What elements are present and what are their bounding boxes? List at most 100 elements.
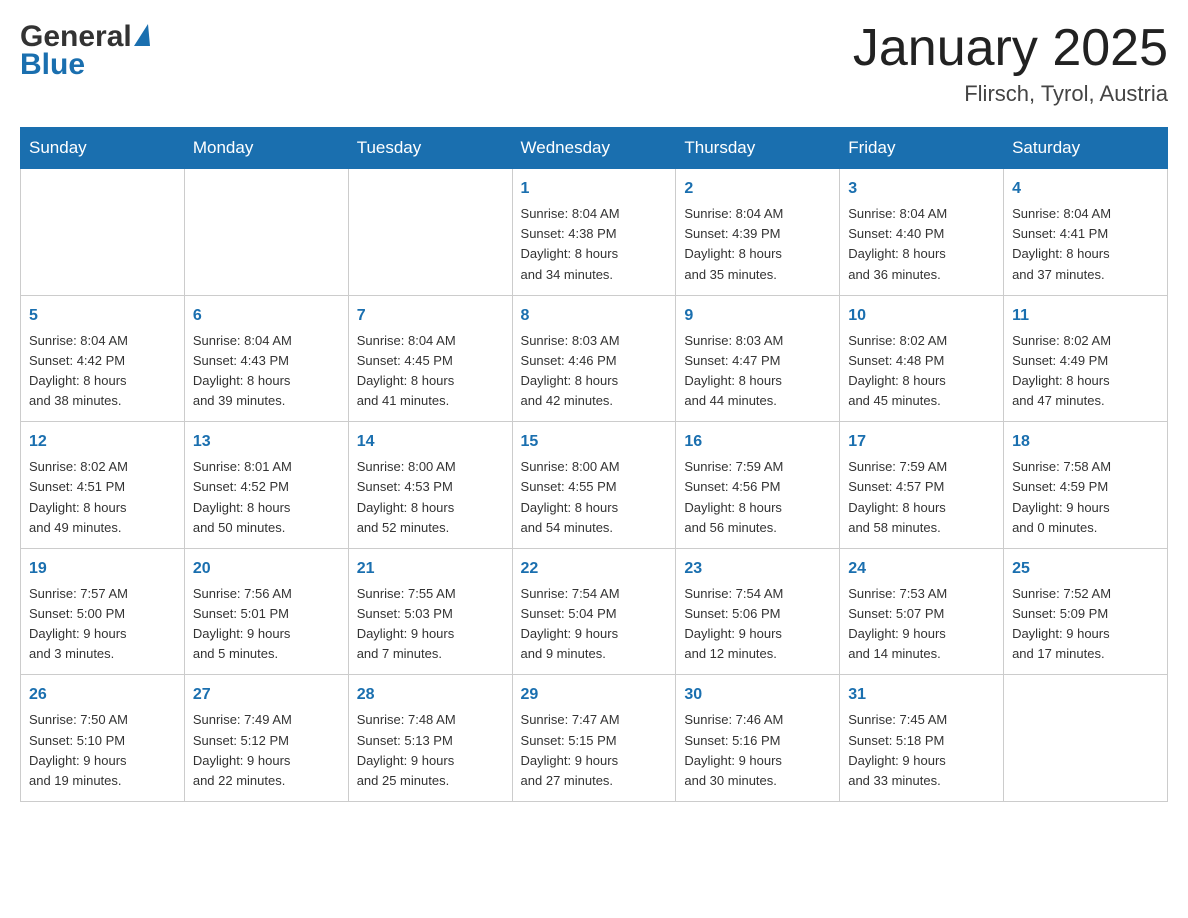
day-number: 29: [521, 683, 668, 707]
calendar-week-row: 26 Sunrise: 7:50 AMSunset: 5:10 PMDayligh…: [21, 675, 1168, 802]
day-number: 11: [1012, 304, 1159, 328]
day-info: Sunrise: 8:04 AMSunset: 4:41 PMDaylight:…: [1012, 206, 1111, 281]
calendar-day-cell: 1 Sunrise: 8:04 AMSunset: 4:38 PMDaylight…: [512, 169, 676, 296]
day-number: 16: [684, 430, 831, 454]
day-info: Sunrise: 7:48 AMSunset: 5:13 PMDaylight:…: [357, 712, 456, 787]
day-number: 25: [1012, 557, 1159, 581]
calendar-body: 1 Sunrise: 8:04 AMSunset: 4:38 PMDaylight…: [21, 169, 1168, 802]
calendar-day-cell: 5 Sunrise: 8:04 AMSunset: 4:42 PMDaylight…: [21, 295, 185, 422]
calendar-day-cell: 24Sunrise: 7:53 AMSunset: 5:07 PMDayligh…: [840, 548, 1004, 675]
calendar-day-cell: 12 Sunrise: 8:02 AMSunset: 4:51 PMDayligh…: [21, 422, 185, 549]
day-info: Sunrise: 8:02 AMSunset: 4:49 PMDaylight:…: [1012, 333, 1111, 408]
day-number: 31: [848, 683, 995, 707]
calendar-day-cell: 31 Sunrise: 7:45 AMSunset: 5:18 PMDayligh…: [840, 675, 1004, 802]
day-number: 5: [29, 304, 176, 328]
day-number: 13: [193, 430, 340, 454]
calendar-day-cell: 16 Sunrise: 7:59 AMSunset: 4:56 PMDayligh…: [676, 422, 840, 549]
day-number: 12: [29, 430, 176, 454]
calendar-title: January 2025: [853, 20, 1168, 77]
calendar-week-row: 1 Sunrise: 8:04 AMSunset: 4:38 PMDaylight…: [21, 169, 1168, 296]
day-info: Sunrise: 7:47 AMSunset: 5:15 PMDaylight:…: [521, 712, 620, 787]
day-info: Sunrise: 7:56 AMSunset: 5:01 PMDaylight:…: [193, 586, 292, 661]
day-info: Sunrise: 7:59 AMSunset: 4:57 PMDaylight:…: [848, 459, 947, 534]
calendar-day-cell: [348, 169, 512, 296]
calendar-day-cell: 2 Sunrise: 8:04 AMSunset: 4:39 PMDaylight…: [676, 169, 840, 296]
calendar-day-cell: 25 Sunrise: 7:52 AMSunset: 5:09 PMDayligh…: [1004, 548, 1168, 675]
day-info: Sunrise: 7:52 AMSunset: 5:09 PMDaylight:…: [1012, 586, 1111, 661]
day-info: Sunrise: 7:54 AMSunset: 5:06 PMDaylight:…: [684, 586, 783, 661]
day-number: 19: [29, 557, 176, 581]
day-info: Sunrise: 8:00 AMSunset: 4:55 PMDaylight:…: [521, 459, 620, 534]
day-number: 23: [684, 557, 831, 581]
day-info: Sunrise: 7:46 AMSunset: 5:16 PMDaylight:…: [684, 712, 783, 787]
calendar-day-cell: 27 Sunrise: 7:49 AMSunset: 5:12 PMDayligh…: [184, 675, 348, 802]
day-number: 1: [521, 177, 668, 201]
day-info: Sunrise: 8:02 AMSunset: 4:51 PMDaylight:…: [29, 459, 128, 534]
day-info: Sunrise: 8:04 AMSunset: 4:39 PMDaylight:…: [684, 206, 783, 281]
day-info: Sunrise: 7:45 AMSunset: 5:18 PMDaylight:…: [848, 712, 947, 787]
calendar-day-cell: 8 Sunrise: 8:03 AMSunset: 4:46 PMDaylight…: [512, 295, 676, 422]
calendar-day-cell: 13 Sunrise: 8:01 AMSunset: 4:52 PMDayligh…: [184, 422, 348, 549]
calendar-day-cell: 9Sunrise: 8:03 AMSunset: 4:47 PMDaylight…: [676, 295, 840, 422]
calendar-day-cell: 21 Sunrise: 7:55 AMSunset: 5:03 PMDayligh…: [348, 548, 512, 675]
day-number: 18: [1012, 430, 1159, 454]
day-info: Sunrise: 8:04 AMSunset: 4:38 PMDaylight:…: [521, 206, 620, 281]
day-of-week-header: Sunday: [21, 128, 185, 169]
day-of-week-header: Tuesday: [348, 128, 512, 169]
calendar-day-cell: 23 Sunrise: 7:54 AMSunset: 5:06 PMDayligh…: [676, 548, 840, 675]
day-number: 2: [684, 177, 831, 201]
day-number: 27: [193, 683, 340, 707]
calendar-subtitle: Flirsch, Tyrol, Austria: [853, 81, 1168, 107]
day-info: Sunrise: 8:03 AMSunset: 4:47 PMDaylight:…: [684, 333, 783, 408]
calendar-day-cell: 10Sunrise: 8:02 AMSunset: 4:48 PMDayligh…: [840, 295, 1004, 422]
calendar-week-row: 5 Sunrise: 8:04 AMSunset: 4:42 PMDaylight…: [21, 295, 1168, 422]
calendar-day-cell: [1004, 675, 1168, 802]
calendar-day-cell: 7Sunrise: 8:04 AMSunset: 4:45 PMDaylight…: [348, 295, 512, 422]
logo-blue-text: Blue: [20, 48, 85, 82]
day-number: 3: [848, 177, 995, 201]
calendar-day-cell: 26 Sunrise: 7:50 AMSunset: 5:10 PMDayligh…: [21, 675, 185, 802]
calendar-day-cell: [184, 169, 348, 296]
logo: General Blue: [20, 20, 150, 82]
calendar-day-cell: 30 Sunrise: 7:46 AMSunset: 5:16 PMDayligh…: [676, 675, 840, 802]
day-of-week-header: Saturday: [1004, 128, 1168, 169]
calendar-day-cell: [21, 169, 185, 296]
calendar-day-cell: 6Sunrise: 8:04 AMSunset: 4:43 PMDaylight…: [184, 295, 348, 422]
day-number: 21: [357, 557, 504, 581]
day-number: 26: [29, 683, 176, 707]
day-info: Sunrise: 7:59 AMSunset: 4:56 PMDaylight:…: [684, 459, 783, 534]
day-number: 30: [684, 683, 831, 707]
day-info: Sunrise: 7:53 AMSunset: 5:07 PMDaylight:…: [848, 586, 947, 661]
logo-triangle-icon: [134, 24, 150, 46]
calendar-day-cell: 22Sunrise: 7:54 AMSunset: 5:04 PMDayligh…: [512, 548, 676, 675]
day-info: Sunrise: 8:01 AMSunset: 4:52 PMDaylight:…: [193, 459, 292, 534]
calendar-day-cell: 19 Sunrise: 7:57 AMSunset: 5:00 PMDayligh…: [21, 548, 185, 675]
day-info: Sunrise: 8:04 AMSunset: 4:43 PMDaylight:…: [193, 333, 292, 408]
day-number: 28: [357, 683, 504, 707]
calendar-day-cell: 11 Sunrise: 8:02 AMSunset: 4:49 PMDayligh…: [1004, 295, 1168, 422]
day-of-week-header: Wednesday: [512, 128, 676, 169]
title-block: January 2025 Flirsch, Tyrol, Austria: [853, 20, 1168, 107]
calendar-day-cell: 28 Sunrise: 7:48 AMSunset: 5:13 PMDayligh…: [348, 675, 512, 802]
page-header: General Blue January 2025 Flirsch, Tyrol…: [20, 20, 1168, 107]
calendar-day-cell: 17 Sunrise: 7:59 AMSunset: 4:57 PMDayligh…: [840, 422, 1004, 549]
day-number: 17: [848, 430, 995, 454]
day-info: Sunrise: 8:02 AMSunset: 4:48 PMDaylight:…: [848, 333, 947, 408]
day-number: 8: [521, 304, 668, 328]
calendar-day-cell: 20 Sunrise: 7:56 AMSunset: 5:01 PMDayligh…: [184, 548, 348, 675]
day-info: Sunrise: 8:03 AMSunset: 4:46 PMDaylight:…: [521, 333, 620, 408]
day-info: Sunrise: 8:04 AMSunset: 4:42 PMDaylight:…: [29, 333, 128, 408]
calendar-day-cell: 29 Sunrise: 7:47 AMSunset: 5:15 PMDayligh…: [512, 675, 676, 802]
day-number: 14: [357, 430, 504, 454]
day-number: 20: [193, 557, 340, 581]
calendar-day-cell: 3Sunrise: 8:04 AMSunset: 4:40 PMDaylight…: [840, 169, 1004, 296]
day-info: Sunrise: 8:00 AMSunset: 4:53 PMDaylight:…: [357, 459, 456, 534]
day-info: Sunrise: 7:49 AMSunset: 5:12 PMDaylight:…: [193, 712, 292, 787]
calendar-day-cell: 18Sunrise: 7:58 AMSunset: 4:59 PMDayligh…: [1004, 422, 1168, 549]
day-info: Sunrise: 7:57 AMSunset: 5:00 PMDaylight:…: [29, 586, 128, 661]
day-info: Sunrise: 7:54 AMSunset: 5:04 PMDaylight:…: [521, 586, 620, 661]
day-number: 4: [1012, 177, 1159, 201]
days-of-week-row: SundayMondayTuesdayWednesdayThursdayFrid…: [21, 128, 1168, 169]
day-info: Sunrise: 7:50 AMSunset: 5:10 PMDaylight:…: [29, 712, 128, 787]
day-info: Sunrise: 7:55 AMSunset: 5:03 PMDaylight:…: [357, 586, 456, 661]
